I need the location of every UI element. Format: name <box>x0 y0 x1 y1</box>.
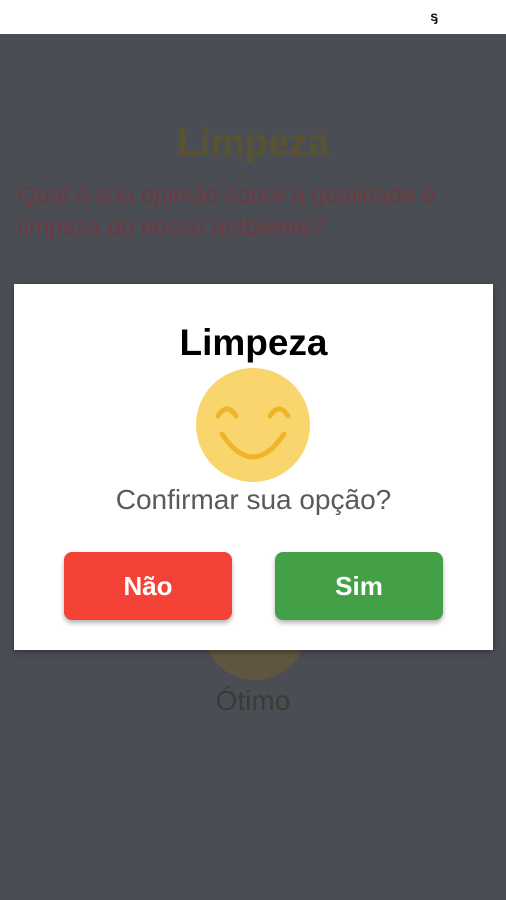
yes-button[interactable]: Sim <box>275 552 443 620</box>
screen-title: Limpeza <box>176 122 330 164</box>
dialog-title: Limpeza <box>179 322 328 363</box>
survey-question: Qual a sua opinião sobre a qualidade e l… <box>18 182 436 241</box>
no-button[interactable]: Não <box>64 552 232 620</box>
confirm-dialog: Limpeza Confirmar sua opção? Não Sim <box>14 284 493 650</box>
smiley-face-icon <box>196 368 310 482</box>
rating-option-label: Ótimo <box>215 685 291 716</box>
confirm-question: Confirmar sua opção? <box>115 484 392 515</box>
status-bar: ᶊ <box>0 0 506 34</box>
status-icon: ᶊ <box>430 8 438 24</box>
